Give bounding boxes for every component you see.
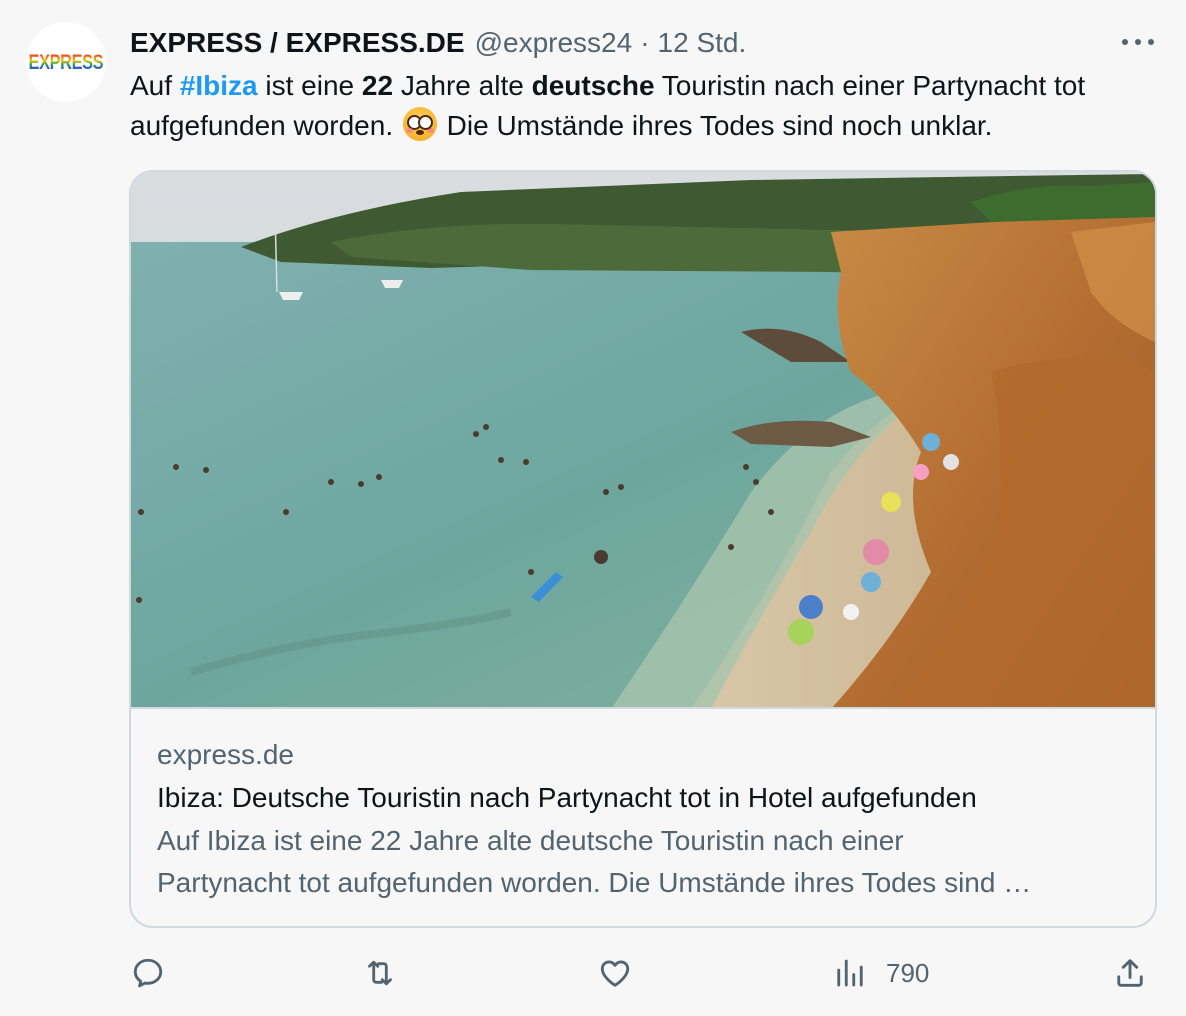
text-bold: deutsche [531, 70, 655, 101]
share-icon [1117, 959, 1143, 987]
text-part: Auf [130, 70, 180, 101]
card-image-beach-photo[interactable] [131, 172, 1155, 709]
timestamp[interactable]: 12 Std. [658, 27, 747, 59]
author-name[interactable]: EXPRESS / EXPRESS.DE [130, 27, 465, 59]
text-part: ist eine [257, 70, 362, 101]
views-chart-icon [837, 959, 863, 987]
reply-icon [133, 958, 163, 988]
reply-button[interactable] [130, 950, 166, 996]
avatar-logo-text: EXPRESS [28, 50, 104, 74]
heart-icon [600, 960, 630, 987]
views-count: 790 [886, 957, 930, 988]
card-body: express.de Ibiza: Deutsche Touristin nac… [157, 735, 1137, 904]
separator-dot: · [640, 27, 650, 58]
retweet-button[interactable] [362, 950, 398, 996]
flushed-face-emoji-icon [402, 107, 437, 141]
card-domain: express.de [157, 739, 294, 770]
card-description-line: Partynacht tot aufgefunden worden. Die U… [157, 867, 1032, 898]
tweet-header: EXPRESS / EXPRESS.DE @express24 · 12 Std… [130, 27, 746, 59]
beach-photo-illustration [131, 172, 1155, 707]
card-title[interactable]: Ibiza: Deutsche Touristin nach Partynach… [157, 776, 1137, 820]
tweet[interactable]: EXPRESS EXPRESS / EXPRESS.DE @express24 … [0, 0, 1186, 1016]
text-part: Jahre alte [393, 70, 532, 101]
share-button[interactable] [1112, 950, 1148, 996]
retweet-icon [368, 960, 392, 986]
text-bold: 22 [361, 70, 394, 101]
avatar[interactable]: EXPRESS [26, 22, 106, 102]
more-options-icon[interactable] [1118, 30, 1158, 54]
card-description-line: Auf Ibiza ist eine 22 Jahre alte deutsch… [157, 825, 904, 856]
text-part: Die Umstände ihres Todes sind noch unkla… [438, 110, 993, 141]
hashtag-link[interactable]: #Ibiza [180, 70, 258, 101]
tweet-text: Auf #Ibiza ist eine 22 Jahre alte deutsc… [130, 66, 1160, 146]
action-bar: 790 [0, 950, 1186, 996]
card-description: Auf Ibiza ist eine 22 Jahre alte deutsch… [157, 820, 1137, 904]
like-button[interactable] [597, 950, 633, 996]
link-card[interactable]: express.de Ibiza: Deutsche Touristin nac… [129, 170, 1157, 928]
author-handle[interactable]: @express24 [475, 27, 633, 59]
views-button[interactable]: 790 [832, 950, 929, 996]
